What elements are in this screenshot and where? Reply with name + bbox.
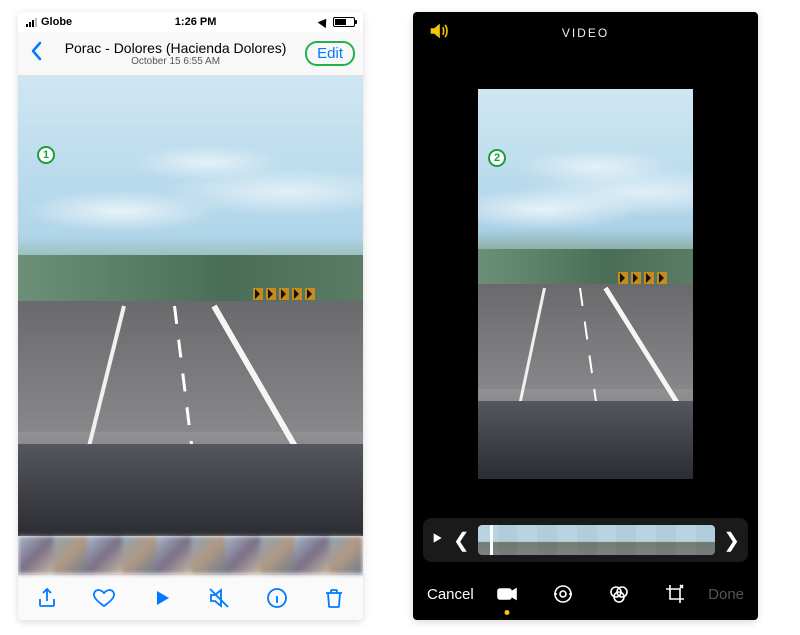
clock-label: 1:26 PM [175, 16, 217, 28]
step-badge-1: 1 [37, 146, 55, 164]
title-text: Porac - Dolores (Hacienda Dolores) [46, 40, 305, 56]
done-button: Done [708, 586, 744, 603]
editor-title: VIDEO [449, 26, 722, 40]
favorite-button[interactable] [90, 584, 118, 612]
delete-button[interactable] [320, 584, 348, 612]
edit-button[interactable]: Edit [305, 41, 355, 66]
trim-handle-left[interactable]: ❮ [451, 528, 472, 553]
editor-header: VIDEO [413, 12, 758, 54]
location-icon [318, 16, 331, 28]
step-badge-2: 2 [488, 149, 506, 167]
filters-tool-button[interactable] [606, 581, 632, 607]
photos-viewer-screen: Globe 1:26 PM Porac - Dolores (Hacienda … [18, 12, 363, 620]
media-preview[interactable]: 1 [18, 76, 363, 536]
info-button[interactable] [263, 584, 291, 612]
adjust-tool-button[interactable] [550, 581, 576, 607]
subtitle-text: October 15 6:55 AM [46, 56, 305, 67]
cancel-button[interactable]: Cancel [427, 586, 474, 603]
video-preview: 2 [478, 89, 693, 479]
video-tool-button[interactable] [494, 581, 520, 607]
page-title: Porac - Dolores (Hacienda Dolores) Octob… [46, 40, 305, 67]
active-indicator-icon [504, 610, 509, 615]
battery-icon [333, 17, 355, 27]
editor-canvas[interactable]: 2 [413, 54, 758, 508]
scrubber-play-button[interactable] [429, 530, 445, 551]
carrier-label: Globe [41, 16, 72, 28]
trim-scrubber[interactable]: ❮ ❯ [423, 518, 748, 562]
nav-bar: Porac - Dolores (Hacienda Dolores) Octob… [18, 32, 363, 76]
scrubber-track[interactable] [478, 525, 715, 555]
status-bar: Globe 1:26 PM [18, 12, 363, 32]
play-button[interactable] [148, 584, 176, 612]
crop-tool-button[interactable] [662, 581, 688, 607]
playhead[interactable] [490, 525, 493, 555]
mute-button[interactable] [205, 584, 233, 612]
bottom-toolbar [18, 574, 363, 620]
volume-button[interactable] [427, 20, 449, 47]
signal-icon [26, 17, 37, 27]
editor-toolbar: Cancel Done [413, 568, 758, 620]
share-button[interactable] [33, 584, 61, 612]
back-button[interactable] [26, 41, 46, 66]
video-editor-screen: VIDEO 2 ❮ [413, 12, 758, 620]
thumbnail-strip[interactable] [18, 536, 363, 574]
trim-handle-right[interactable]: ❯ [721, 528, 742, 553]
